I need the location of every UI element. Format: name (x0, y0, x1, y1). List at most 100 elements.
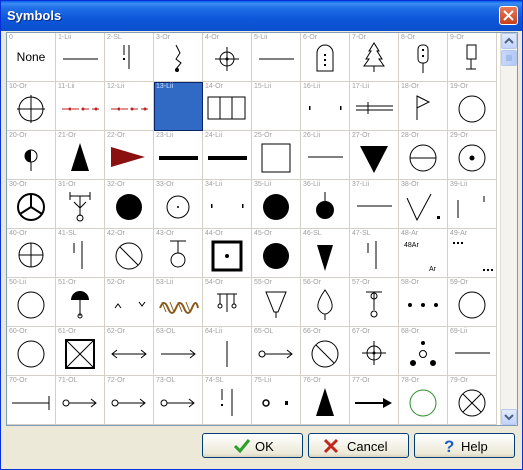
symbol-cell[interactable]: 21-Or (56, 131, 105, 180)
symbol-cell[interactable]: 67-Or (350, 327, 399, 376)
symbol-cell[interactable]: 6-Or (301, 33, 350, 82)
question-icon: ? (444, 437, 454, 455)
help-button[interactable]: ? Help (414, 433, 515, 458)
symbol-cell[interactable]: 0 None (7, 33, 56, 82)
symbol-cell[interactable]: 65-OL (252, 327, 301, 376)
symbol-cell[interactable]: 77-Or (350, 376, 399, 425)
symbol-cell[interactable]: 33-Or (154, 180, 203, 229)
symbol-cell[interactable]: 18-Or (399, 82, 448, 131)
symbol-cell[interactable]: 51-Or (56, 278, 105, 327)
symbol-cell[interactable]: 58-Or (399, 278, 448, 327)
symbol-cell[interactable]: 56-Or (301, 278, 350, 327)
symbol-cell[interactable]: 38-Or (399, 180, 448, 229)
vertical-scrollbar[interactable] (500, 33, 517, 425)
text49-symbol-icon (453, 242, 493, 271)
symbol-cell[interactable]: 11-Lii (56, 82, 105, 131)
symbol-cell[interactable]: 27-Or (350, 131, 399, 180)
symbol-cell[interactable]: 25-Or (252, 131, 301, 180)
symbol-cell[interactable]: 70-Or (7, 376, 56, 425)
cancel-button[interactable]: Cancel (308, 433, 409, 458)
symbol-cell[interactable]: 57-Or (350, 278, 399, 327)
symbol-cell[interactable]: 64-Lii (203, 327, 252, 376)
dots2-symbol-icon (309, 106, 342, 110)
symbol-cell[interactable]: 50-Lii (7, 278, 56, 327)
symbol-cell[interactable]: 49-Ar (448, 229, 497, 278)
symbol-cell[interactable]: 31-Or (56, 180, 105, 229)
symbol-cell[interactable]: 17-Lii (350, 82, 399, 131)
symbol-cell[interactable]: 46-SL (301, 229, 350, 278)
symbol-cell[interactable]: 75-Lii (252, 376, 301, 425)
symbol-cell[interactable]: 13-Lii (154, 82, 203, 131)
symbol-cell[interactable]: 45-Or (252, 229, 301, 278)
symbol-cell[interactable]: 14-Or (203, 82, 252, 131)
circlehline2-symbol-icon (18, 242, 44, 268)
symbol-cell[interactable]: 42-Or (105, 229, 154, 278)
greencircle-symbol-icon (409, 389, 437, 417)
symbol-cell[interactable]: 60-Or (7, 327, 56, 376)
symbol-cell[interactable]: 74-SL (203, 376, 252, 425)
symbol-cell[interactable]: 29-Or (448, 131, 497, 180)
symbol-cell[interactable]: 76-Or (301, 376, 350, 425)
bars3-symbol-icon (207, 96, 246, 120)
cancel-label: Cancel (347, 439, 388, 454)
symbol-cell[interactable]: 71-OL (56, 376, 105, 425)
symbol-cell[interactable]: 28-Or (399, 131, 448, 180)
symbol-cell[interactable]: 35-Lii (252, 180, 301, 229)
symbol-cell[interactable]: 26-Lii (301, 131, 350, 180)
symbol-cell[interactable]: 22-Or (105, 131, 154, 180)
ok-button[interactable]: OK (202, 433, 303, 458)
symbol-cell[interactable]: 24-Lii (203, 131, 252, 180)
symbol-cell[interactable]: 61-Or (56, 327, 105, 376)
symbol-cell[interactable]: 36-Lii (301, 180, 350, 229)
symbol-cell[interactable]: 12-Lii (105, 82, 154, 131)
symbol-cell[interactable]: 44-Or (203, 229, 252, 278)
symbol-cell[interactable]: 40-Or (7, 229, 56, 278)
scroll-thumb[interactable] (501, 50, 517, 66)
symbol-cell[interactable]: 39-Lii (448, 180, 497, 229)
symbol-cell[interactable]: 30-Or (7, 180, 56, 229)
close-button[interactable] (499, 6, 518, 25)
circle-symbol-icon (458, 95, 486, 123)
symbol-cell[interactable]: 48-Ar 48Ar Ar (399, 229, 448, 278)
symbol-cell[interactable]: 68-Or (399, 327, 448, 376)
excl-symbol-icon (123, 45, 130, 69)
scroll-down-button[interactable] (501, 409, 517, 425)
symbol-cell[interactable]: 8-Or (399, 33, 448, 82)
symbol-cell[interactable]: 54-Or (203, 278, 252, 327)
symbol-cell[interactable]: 20-Or (7, 131, 56, 180)
symbol-cell[interactable]: 2-SL (105, 33, 154, 82)
hline-symbol-icon (308, 156, 343, 158)
symbol-cell[interactable]: 1-Lii (56, 33, 105, 82)
symbol-cell[interactable]: 79-Or (448, 376, 497, 425)
symbol-cell[interactable]: 41-SL (56, 229, 105, 278)
symbol-cell[interactable]: 37-Lii (350, 180, 399, 229)
symbol-cell[interactable]: 19-Or (448, 82, 497, 131)
symbol-code: 0 (9, 34, 13, 41)
symbol-cell[interactable]: 78-Or (399, 376, 448, 425)
symbol-cell[interactable]: 53-Lii (154, 278, 203, 327)
symbol-cell[interactable]: 4-Or (203, 33, 252, 82)
symbol-cell[interactable]: 62-Or (105, 327, 154, 376)
symbol-cell[interactable]: 10-Or (7, 82, 56, 131)
symbol-cell[interactable]: 16-Lii (301, 82, 350, 131)
symbol-cell[interactable]: 9-Or (448, 33, 497, 82)
symbol-cell[interactable]: 23-Lii (154, 131, 203, 180)
symbol-cell[interactable]: 66-Or (301, 327, 350, 376)
symbol-cell[interactable]: 63-OL (154, 327, 203, 376)
symbol-cell[interactable]: 59-Or (448, 278, 497, 327)
symbol-cell[interactable]: 55-Or (252, 278, 301, 327)
title-bar[interactable]: Symbols (1, 1, 522, 31)
scroll-up-button[interactable] (501, 33, 517, 49)
symbol-cell[interactable]: 43-Or (154, 229, 203, 278)
symbol-cell[interactable]: 7-Or (350, 33, 399, 82)
symbol-cell[interactable]: 72-Or (105, 376, 154, 425)
symbol-cell[interactable]: 3-Or (154, 33, 203, 82)
symbol-cell[interactable]: 73-OL (154, 376, 203, 425)
symbol-cell[interactable]: 32-Or (105, 180, 154, 229)
symbol-cell[interactable]: 47-SL (350, 229, 399, 278)
symbol-cell[interactable]: 52-Or (105, 278, 154, 327)
symbol-cell[interactable]: 34-Lii (203, 180, 252, 229)
symbol-cell[interactable]: 5-Lii (252, 33, 301, 82)
symbol-cell[interactable]: 15-Lii (252, 82, 301, 131)
symbol-cell[interactable]: 69-Lii (448, 327, 497, 376)
